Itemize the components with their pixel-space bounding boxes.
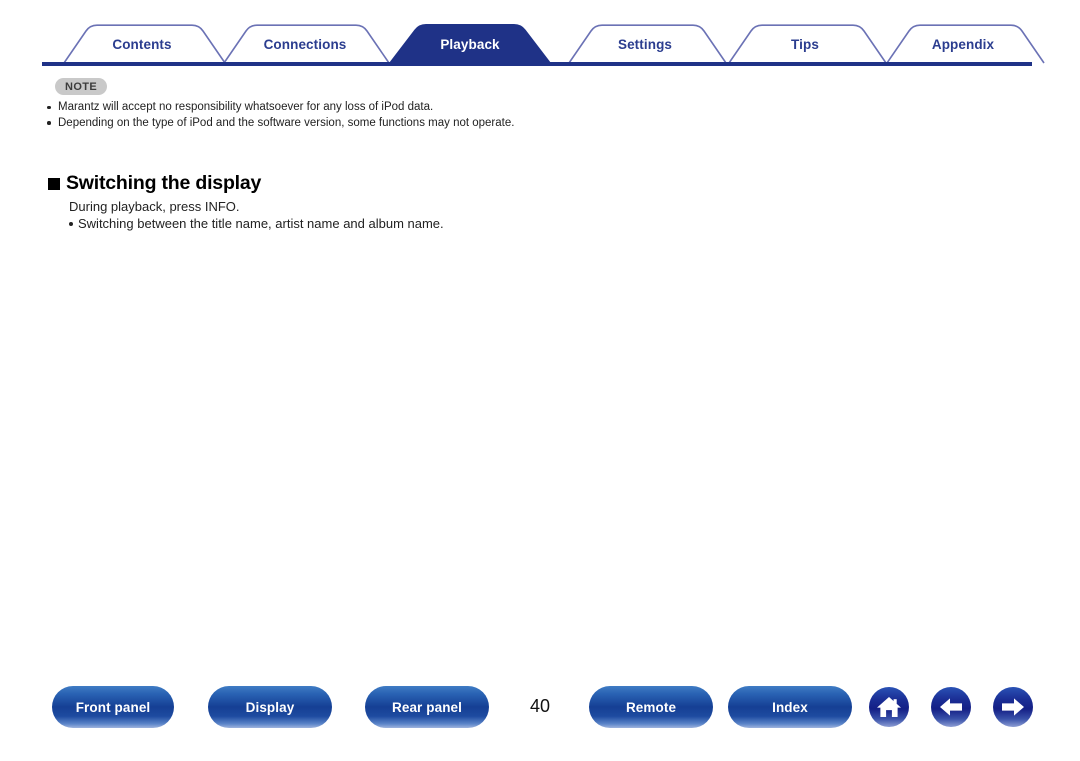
tab-playback[interactable]: Playback [375, 24, 565, 64]
list-item: Marantz will accept no responsibility wh… [47, 100, 607, 116]
note-badge: NOTE [55, 78, 108, 95]
note-list: Marantz will accept no responsibility wh… [47, 100, 607, 131]
rear-panel-button[interactable]: Rear panel [365, 686, 489, 728]
display-button-label: Display [245, 699, 295, 715]
back-button[interactable] [931, 687, 971, 727]
arrow-left-icon [940, 698, 962, 716]
square-bullet-icon [48, 177, 60, 190]
page-root: Contents Connections Playback Settings T [0, 0, 1080, 761]
remote-button[interactable]: Remote [589, 686, 713, 728]
tab-label: Contents [112, 36, 172, 52]
index-button[interactable]: Index [728, 686, 852, 728]
tab-appendix[interactable]: Appendix [865, 24, 1061, 64]
page-number: 40 [529, 696, 551, 716]
section-instruction: During playback, press INFO. [69, 199, 240, 214]
tab-label: Appendix [931, 36, 995, 52]
note-badge-label: NOTE [65, 80, 98, 93]
rear-panel-button-label: Rear panel [391, 699, 463, 715]
arrow-right-icon [1002, 698, 1024, 716]
list-item: Depending on the type of iPod and the so… [47, 116, 532, 132]
front-panel-button[interactable]: Front panel [52, 686, 174, 728]
list-item: Switching between the title name, artist… [69, 215, 748, 233]
section-heading-text: Switching the display [66, 172, 262, 194]
index-button-label: Index [772, 699, 808, 715]
note-item-text: Depending on the type of iPod and the so… [58, 116, 515, 129]
display-button[interactable]: Display [208, 686, 332, 728]
bullet-dot [47, 121, 51, 125]
page-title: Switching the display [48, 172, 748, 195]
section-detail-text: Switching between the title name, artist… [78, 216, 444, 231]
home-icon [877, 697, 901, 717]
bullet-dot [47, 105, 51, 109]
footer-bar: Front panel Display Rear panel 40 Remote… [0, 686, 1080, 734]
section-body: During playback, press INFO. Switching b… [48, 198, 748, 233]
bullet-dot [69, 222, 73, 226]
remote-button-label: Remote [625, 699, 677, 715]
home-button[interactable] [869, 687, 909, 727]
note-item-text: Marantz will accept no responsibility wh… [58, 101, 434, 113]
tab-label: Connections [263, 36, 347, 52]
tab-label: Settings [617, 36, 673, 52]
section-block: Switching the display During playback, p… [48, 172, 748, 233]
front-panel-button-label: Front panel [75, 699, 151, 715]
forward-button[interactable] [993, 687, 1033, 727]
tab-label: Tips [791, 36, 819, 52]
tab-label: Playback [440, 36, 500, 52]
